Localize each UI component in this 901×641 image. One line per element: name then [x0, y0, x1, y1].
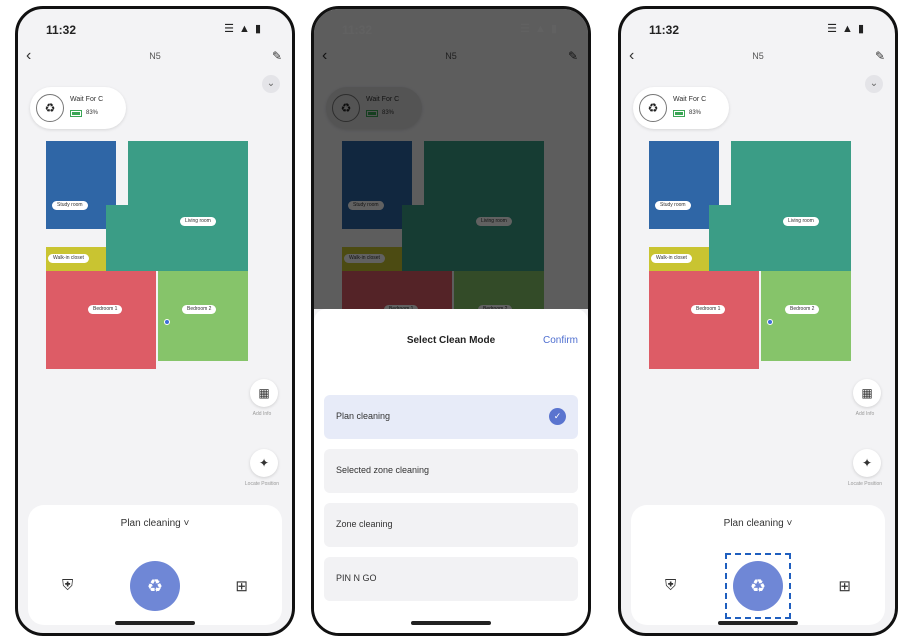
locate-caption: Locate Position	[244, 481, 280, 487]
room-living[interactable]	[731, 141, 851, 271]
room-living-lower	[709, 205, 739, 271]
robot-vacuum-icon: ♻	[36, 94, 64, 122]
locate-caption: Locate Position	[847, 481, 883, 487]
phone-screen-3: 11:32 ☰ ▲ ▮ ‹ N5 ✎ ⌄ ♻ Wait For C 83% St…	[618, 6, 898, 636]
page-title: N5	[752, 51, 764, 61]
broom-icon: ♻	[749, 576, 767, 596]
chevron-down-icon[interactable]: ⌄	[865, 75, 883, 93]
status-time: 11:32	[46, 23, 77, 37]
device-name: Wait For C	[673, 96, 707, 103]
option-zone-cleaning[interactable]: Zone cleaning	[324, 503, 578, 547]
home-indicator	[411, 621, 491, 625]
map-view-caption: Add Info	[252, 411, 272, 417]
nav-bar: ‹ N5 ✎	[18, 45, 292, 69]
control-panel: Plan cleaning ˅ ⛨ ♻ ⊞	[631, 505, 885, 625]
room-bedroom-2[interactable]	[158, 271, 248, 361]
shield-icon[interactable]: ⛨	[62, 577, 73, 594]
robot-position-marker	[164, 319, 170, 325]
confirm-button[interactable]: Confirm	[543, 335, 578, 346]
clean-mode-selector[interactable]: Plan cleaning ˅	[28, 518, 282, 529]
room-label: Walk-in closet	[651, 254, 692, 263]
signal-wifi-battery-icon: ☰ ▲ ▮	[224, 23, 262, 35]
room-bedroom-2[interactable]	[761, 271, 851, 361]
room-living[interactable]	[128, 141, 248, 271]
room-label: Living room	[783, 217, 819, 226]
status-bar: 11:32 ☰ ▲ ▮	[621, 9, 895, 43]
clean-mode-selector[interactable]: Plan cleaning ˅	[631, 518, 885, 529]
option-selected-zone-cleaning[interactable]: Selected zone cleaning	[324, 449, 578, 493]
room-label: Bedroom 2	[182, 305, 217, 314]
room-label: Study room	[52, 201, 88, 210]
device-name: Wait For C	[70, 96, 104, 103]
phone-screen-1: 11:32 ☰ ▲ ▮ ‹ N5 ✎ ⌄ ♻ Wait For C 83% St…	[15, 6, 295, 636]
room-label: Walk-in closet	[48, 254, 89, 263]
battery-icon	[673, 110, 685, 117]
grid-icon[interactable]: ⊞	[235, 577, 248, 595]
map-view-button[interactable]: ▦	[250, 379, 278, 407]
map-view-caption: Add Info	[855, 411, 875, 417]
chevron-down-icon[interactable]: ⌄	[262, 75, 280, 93]
edit-icon[interactable]: ✎	[875, 49, 885, 63]
map-view-button[interactable]: ▦	[853, 379, 881, 407]
modal-overlay[interactable]	[314, 9, 588, 309]
page-title: N5	[149, 51, 161, 61]
phone-screen-2: Study room Living room Walk-in closet Be…	[311, 6, 591, 636]
edit-icon[interactable]: ✎	[272, 49, 282, 63]
shield-icon[interactable]: ⛨	[665, 577, 676, 594]
battery-icon	[70, 110, 82, 117]
battery-percent: 83%	[689, 110, 702, 116]
control-panel: Plan cleaning ˅ ⛨ ♻ ⊞	[28, 505, 282, 625]
floor-map[interactable]: Study room Living room Walk-in closet Be…	[46, 141, 248, 369]
start-cleaning-button[interactable]: ♻	[733, 561, 783, 611]
room-label: Living room	[180, 217, 216, 226]
room-label: Bedroom 1	[88, 305, 123, 314]
home-indicator	[718, 621, 798, 625]
nav-bar: ‹ N5 ✎	[621, 45, 895, 69]
option-plan-cleaning[interactable]: Plan cleaning ✓	[324, 395, 578, 439]
room-living-lower	[106, 205, 136, 271]
room-label: Bedroom 2	[785, 305, 820, 314]
start-cleaning-button[interactable]: ♻	[130, 561, 180, 611]
room-bedroom-1[interactable]	[649, 271, 759, 369]
locate-button[interactable]: ✦	[250, 449, 278, 477]
room-label: Study room	[655, 201, 691, 210]
check-icon: ✓	[549, 408, 566, 425]
battery-percent: 83%	[86, 110, 99, 116]
status-bar: 11:32 ☰ ▲ ▮	[18, 9, 292, 43]
robot-vacuum-icon: ♻	[639, 94, 667, 122]
device-status-chip[interactable]: ♻ Wait For C 83%	[30, 87, 126, 129]
room-bedroom-1[interactable]	[46, 271, 156, 369]
status-time: 11:32	[649, 23, 680, 37]
locate-button[interactable]: ✦	[853, 449, 881, 477]
device-status-chip[interactable]: ♻ Wait For C 83%	[633, 87, 729, 129]
grid-icon[interactable]: ⊞	[838, 577, 851, 595]
signal-wifi-battery-icon: ☰ ▲ ▮	[827, 23, 865, 35]
room-label: Bedroom 1	[691, 305, 726, 314]
robot-position-marker	[767, 319, 773, 325]
clean-mode-sheet: Select Clean Mode Confirm Plan cleaning …	[314, 309, 588, 633]
floor-map[interactable]: Study room Living room Walk-in closet Be…	[649, 141, 851, 369]
option-pin-n-go[interactable]: PIN N GO	[324, 557, 578, 601]
broom-icon: ♻	[146, 576, 164, 596]
home-indicator	[115, 621, 195, 625]
